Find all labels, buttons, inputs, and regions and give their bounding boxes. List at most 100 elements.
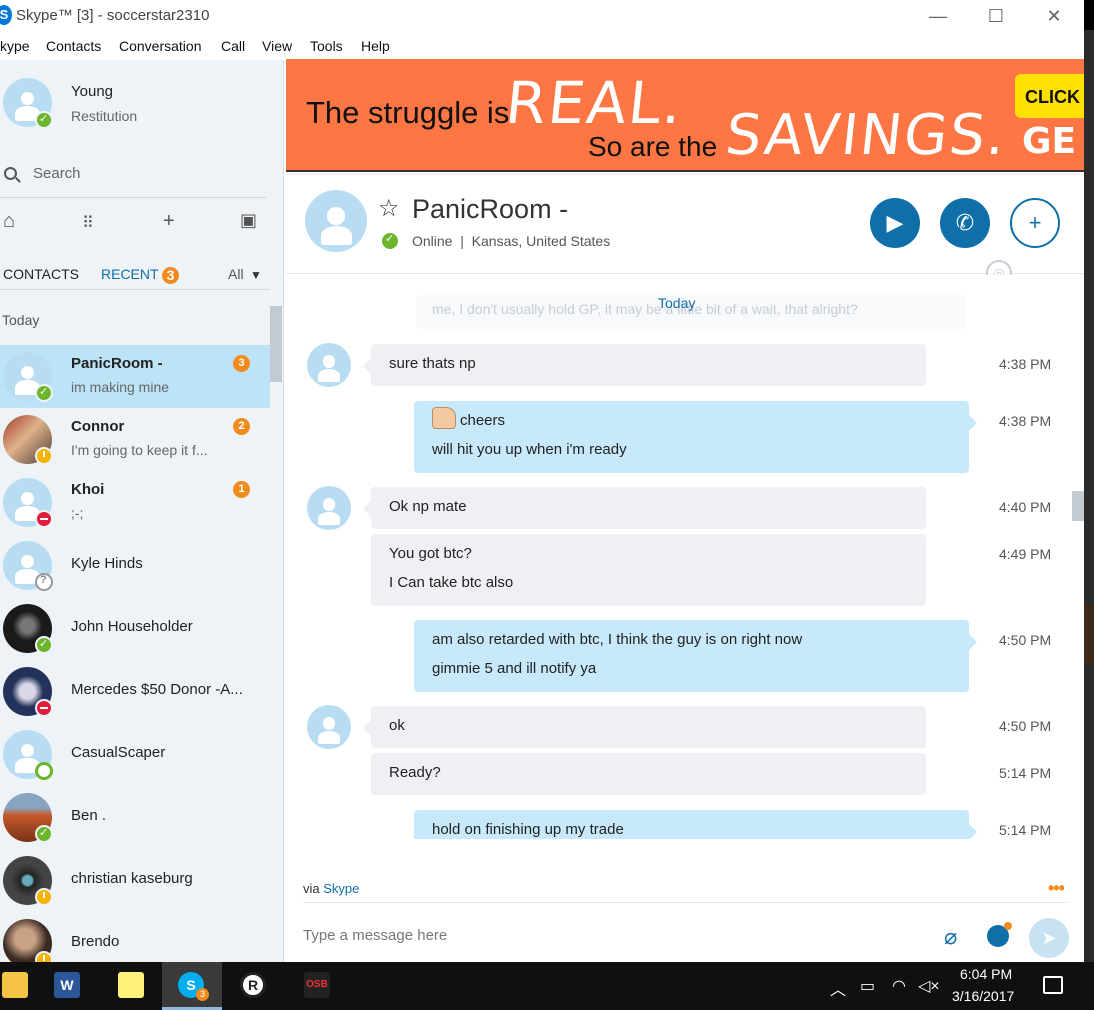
- message-bubble-incoming[interactable]: sure thats np: [363, 344, 926, 386]
- show-hidden-icons-icon[interactable]: ︿: [830, 976, 846, 1000]
- date-separator: Today: [658, 295, 696, 311]
- message-bubble-outgoing[interactable]: hold on finishing up my trade: [414, 810, 977, 839]
- separator: |: [456, 233, 468, 249]
- conversation-header: ☆ PanicRoom - Online | Kansas, United St…: [286, 174, 1084, 286]
- message-bubble-outgoing[interactable]: am also retarded with btc, I think the g…: [414, 620, 977, 692]
- peer-avatar[interactable]: [305, 190, 367, 252]
- attach-file-icon[interactable]: ⌀: [944, 924, 957, 950]
- message-bubble-incoming[interactable]: Ready?: [371, 753, 926, 795]
- taskbar-skype[interactable]: S 3: [162, 962, 222, 1010]
- sidebar-scrollbar[interactable]: [270, 306, 282, 382]
- contact-last-message: I'm going to keep it f...: [71, 442, 208, 458]
- menu-contacts[interactable]: Contacts: [46, 38, 101, 54]
- contact-item-john-householder[interactable]: John Householder: [0, 597, 270, 660]
- contact-item-ben[interactable]: Ben .: [0, 786, 270, 849]
- message-timestamp: 4:50 PM: [999, 718, 1052, 734]
- message-text: hold on finishing up my trade: [432, 821, 624, 838]
- contact-item-kyle-hinds[interactable]: Kyle Hinds: [0, 534, 270, 597]
- add-person-icon: +: [1028, 210, 1042, 235]
- sidebar: Young Restitution Search ⌂ ⠿ + ▣ CONTACT…: [0, 60, 284, 962]
- via-skype-link[interactable]: Skype: [323, 881, 359, 896]
- menu-view[interactable]: View: [262, 38, 292, 54]
- add-people-button[interactable]: +: [1010, 198, 1060, 248]
- contact-item-panicroom[interactable]: PanicRoom - im making mine 3: [0, 345, 270, 408]
- close-button[interactable]: ✕: [1034, 2, 1074, 30]
- tab-recent[interactable]: RECENT: [101, 266, 159, 282]
- taskbar-runelite[interactable]: R: [228, 962, 276, 1010]
- message-text: I Can take btc also: [389, 574, 514, 591]
- message-list[interactable]: me, I don't usually hold GP, it may be a…: [286, 275, 1084, 839]
- taskbar-file-explorer[interactable]: [0, 962, 38, 1010]
- filter-dropdown[interactable]: All: [228, 266, 244, 282]
- contact-item-connor[interactable]: Connor I'm going to keep it f... 2: [0, 408, 270, 471]
- search-input[interactable]: Search: [33, 165, 81, 182]
- send-button[interactable]: ➤: [1029, 918, 1069, 958]
- menu-tools[interactable]: Tools: [310, 38, 343, 54]
- video-call-button[interactable]: ▶: [870, 198, 920, 248]
- status-online-icon: [382, 232, 398, 249]
- action-center-icon[interactable]: [1043, 976, 1063, 994]
- search-box[interactable]: Search: [0, 160, 266, 198]
- contact-item-khoi[interactable]: Khoi ;-; 1: [0, 471, 270, 534]
- ad-text: SAVINGS.: [722, 103, 1011, 168]
- status-busy-icon: [35, 699, 53, 717]
- contact-name: Mercedes $50 Donor -A...: [71, 681, 243, 698]
- ad-click-button[interactable]: CLICK T: [1015, 74, 1084, 118]
- taskbar-word[interactable]: W: [42, 962, 90, 1010]
- sender-avatar[interactable]: [307, 705, 351, 749]
- add-icon[interactable]: +: [163, 210, 175, 233]
- taskbar-sticky-notes[interactable]: [106, 962, 154, 1010]
- favorite-star-icon[interactable]: ☆: [378, 194, 400, 223]
- status-away-icon: [35, 888, 53, 906]
- message-scrollbar[interactable]: [1072, 491, 1084, 521]
- taskbar-clock-time[interactable]: 6:04 PM: [960, 966, 1012, 982]
- sender-avatar[interactable]: [307, 343, 351, 387]
- contact-name: CasualScaper: [71, 744, 166, 761]
- unread-badge: 2: [233, 418, 250, 435]
- thumbs-up-emoticon-icon: [432, 407, 456, 429]
- contact-item-casualscaper[interactable]: CasualScaper: [0, 723, 270, 786]
- word-icon: W: [54, 972, 80, 998]
- message-text: You got btc?: [389, 545, 472, 562]
- peer-status: Online | Kansas, United States: [412, 233, 610, 249]
- battery-icon[interactable]: ▭: [860, 976, 875, 996]
- message-text: Ok np mate: [389, 498, 467, 515]
- home-icon[interactable]: ⌂: [3, 210, 15, 233]
- emoticon-picker-icon[interactable]: [987, 922, 1012, 947]
- audio-call-button[interactable]: ✆: [940, 198, 990, 248]
- menu-skype[interactable]: kype: [0, 38, 30, 54]
- peer-name[interactable]: PanicRoom -: [412, 194, 568, 225]
- ad-banner[interactable]: The struggle is REAL. So are the SAVINGS…: [286, 59, 1084, 172]
- section-header-today: Today: [2, 312, 40, 328]
- osb-icon: OSB: [304, 972, 330, 998]
- bot-icon[interactable]: ▣: [240, 210, 257, 231]
- contact-item-brendo[interactable]: Brendo: [0, 912, 270, 962]
- chevron-down-icon[interactable]: ▼: [250, 268, 262, 282]
- message-bubble-incoming[interactable]: Ok np mate: [363, 487, 926, 529]
- taskbar-osb[interactable]: OSB: [292, 962, 340, 1010]
- dialpad-icon[interactable]: ⠿: [82, 213, 94, 233]
- maximize-button[interactable]: ☐: [976, 2, 1016, 30]
- more-options-icon[interactable]: •••: [1048, 878, 1065, 899]
- taskbar-clock-date[interactable]: 3/16/2017: [952, 988, 1014, 1004]
- my-mood[interactable]: Restitution: [71, 108, 137, 124]
- my-name[interactable]: Young: [71, 83, 113, 100]
- message-bubble-outgoing[interactable]: cheers will hit you up when i'm ready: [414, 401, 977, 473]
- contact-item-mercedes[interactable]: Mercedes $50 Donor -A...: [0, 660, 270, 723]
- message-bubble-incoming[interactable]: You got btc? I Can take btc also: [371, 534, 926, 606]
- contact-item-christian-kaseburg[interactable]: christian kaseburg: [0, 849, 270, 912]
- my-status-online-icon[interactable]: [35, 111, 53, 129]
- minimize-button[interactable]: —: [918, 2, 958, 30]
- sender-avatar[interactable]: [307, 486, 351, 530]
- menu-call[interactable]: Call: [221, 38, 245, 54]
- message-input[interactable]: [303, 920, 923, 950]
- ad-text: REAL.: [502, 69, 687, 137]
- volume-muted-icon[interactable]: ◁×: [918, 976, 940, 996]
- menu-conversation[interactable]: Conversation: [119, 38, 202, 54]
- menu-help[interactable]: Help: [361, 38, 390, 54]
- message-bubble-incoming[interactable]: ok: [363, 706, 926, 748]
- status-away-icon: [35, 447, 53, 465]
- tab-contacts[interactable]: CONTACTS: [3, 266, 79, 282]
- wifi-icon[interactable]: ◠: [892, 976, 906, 996]
- status-away-icon: [35, 951, 53, 962]
